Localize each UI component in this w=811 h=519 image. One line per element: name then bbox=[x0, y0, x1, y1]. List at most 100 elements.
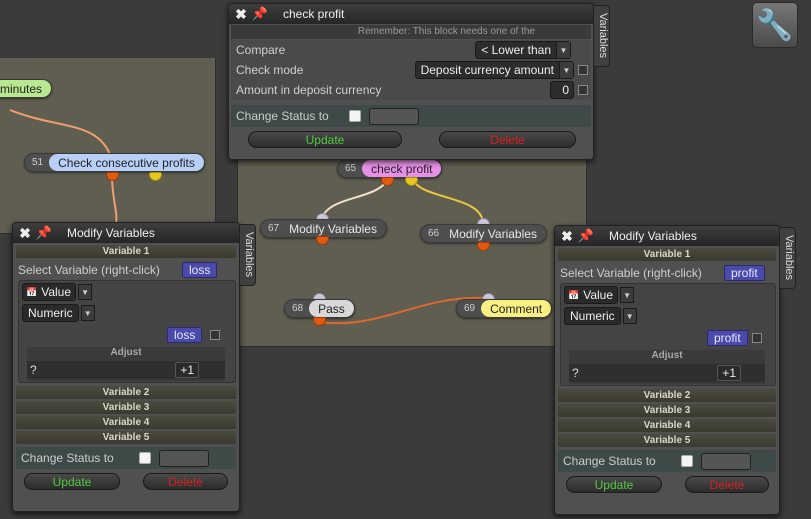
value-checkbox[interactable] bbox=[210, 330, 220, 340]
canvas-left-header bbox=[0, 44, 216, 58]
change-status-checkbox[interactable] bbox=[681, 455, 693, 467]
value-type-dropdown[interactable]: 📅 Value bbox=[22, 283, 77, 301]
change-status-label: Change Status to bbox=[563, 454, 656, 468]
select-variable-label: Select Variable (right-click) bbox=[18, 263, 160, 277]
adjust-question: ? bbox=[572, 366, 579, 380]
change-status-checkbox[interactable] bbox=[349, 110, 361, 122]
numeric-dropdown[interactable]: Numeric bbox=[564, 307, 621, 325]
amount-checkbox[interactable] bbox=[578, 85, 588, 95]
select-variable-row: Select Variable (right-click) profit bbox=[555, 263, 779, 283]
node-69[interactable]: 69 Comment bbox=[456, 299, 553, 318]
node-65[interactable]: 65 check profit bbox=[337, 159, 443, 178]
chevron-down-icon[interactable]: ▼ bbox=[78, 284, 93, 300]
node-number: 67 bbox=[268, 223, 280, 234]
settings-wrench-button[interactable]: 🔧 bbox=[752, 2, 798, 48]
numeric-row: Numeric ▼ bbox=[22, 304, 95, 322]
status-color-swatch[interactable] bbox=[701, 452, 751, 470]
modify-variables-window-right[interactable]: ✖ 📌 Modify Variables Variable 1 Select V… bbox=[554, 225, 780, 515]
calendar-icon: 📅 bbox=[26, 286, 38, 297]
compare-label: Compare bbox=[236, 43, 286, 57]
window-titlebar[interactable]: ✖ 📌 Modify Variables bbox=[555, 226, 779, 246]
variable-1-header[interactable]: Variable 1 bbox=[558, 248, 776, 261]
chevron-down-icon[interactable]: ▼ bbox=[622, 308, 637, 324]
window-titlebar[interactable]: ✖ 📌 Modify Variables bbox=[13, 223, 239, 243]
window-titlebar[interactable]: ✖ 📌 check profit bbox=[229, 4, 593, 24]
compare-dropdown[interactable]: < Lower than ▼ bbox=[475, 41, 571, 59]
variables-tab[interactable]: Variables bbox=[240, 224, 256, 286]
chevron-down-icon: ▼ bbox=[559, 62, 573, 78]
value-type-row: 📅 Value ▼ bbox=[564, 286, 635, 304]
status-color-swatch[interactable] bbox=[369, 107, 419, 125]
calendar-icon: 📅 bbox=[568, 289, 580, 300]
check-mode-value: Deposit currency amount bbox=[420, 63, 554, 77]
variable-header[interactable]: Variable 2 bbox=[558, 389, 776, 402]
variable-header[interactable]: Variable 4 bbox=[16, 416, 236, 429]
variable-header[interactable]: Variable 2 bbox=[16, 386, 236, 399]
change-status-label: Change Status to bbox=[21, 451, 114, 465]
value-type-dropdown[interactable]: 📅 Value bbox=[564, 286, 619, 304]
check-mode-checkbox[interactable] bbox=[578, 65, 588, 75]
wrench-icon: 🔧 bbox=[756, 8, 794, 42]
update-button[interactable]: Update bbox=[566, 476, 662, 493]
modify-variables-window-left[interactable]: ✖ 📌 Modify Variables Variable 1 Select V… bbox=[12, 222, 240, 512]
node-label: Comment bbox=[481, 300, 552, 317]
adjust-label: Adjust bbox=[651, 350, 683, 361]
value-variable-tag[interactable]: profit bbox=[707, 330, 748, 346]
delete-button[interactable]: Delete bbox=[439, 131, 576, 148]
adjust-increment-button[interactable]: +1 bbox=[175, 362, 199, 378]
node-number: 69 bbox=[464, 303, 476, 314]
delete-button[interactable]: Delete bbox=[685, 476, 769, 493]
check-profit-window[interactable]: ✖ 📌 check profit Remember: This block ne… bbox=[228, 3, 594, 160]
window-title: Modify Variables bbox=[609, 229, 697, 243]
variable-header[interactable]: Variable 3 bbox=[16, 401, 236, 414]
variable-header[interactable]: Variable 5 bbox=[16, 431, 236, 444]
pin-icon[interactable]: 📌 bbox=[249, 6, 271, 22]
variable-header[interactable]: Variable 4 bbox=[558, 419, 776, 432]
variable-editor: 📅 Value ▼ Numeric ▼ profit Adjust ? +1 bbox=[560, 283, 776, 386]
change-status-checkbox[interactable] bbox=[139, 452, 151, 464]
value-checkbox[interactable] bbox=[752, 333, 762, 343]
node-minutes[interactable]: minutes bbox=[0, 79, 53, 98]
chevron-down-icon[interactable]: ▼ bbox=[80, 305, 95, 321]
check-mode-dropdown[interactable]: Deposit currency amount ▼ bbox=[414, 61, 574, 79]
node-number: 65 bbox=[345, 163, 357, 174]
numeric-dropdown[interactable]: Numeric bbox=[22, 304, 79, 322]
variable-header[interactable]: Variable 5 bbox=[558, 434, 776, 447]
variable-1-header[interactable]: Variable 1 bbox=[16, 245, 236, 258]
value-type-row: 📅 Value ▼ bbox=[22, 283, 93, 301]
node-66[interactable]: 66 Modify Variables bbox=[420, 224, 547, 243]
pin-icon[interactable]: 📌 bbox=[575, 228, 597, 244]
close-icon[interactable]: ✖ bbox=[17, 225, 33, 242]
selected-variable-tag[interactable]: loss bbox=[182, 262, 218, 278]
button-row: Update Delete bbox=[229, 127, 593, 148]
close-icon[interactable]: ✖ bbox=[233, 6, 249, 23]
adjust-increment-button[interactable]: +1 bbox=[717, 365, 741, 381]
change-status-row: Change Status to bbox=[558, 450, 776, 472]
compare-value: < Lower than bbox=[481, 43, 551, 57]
value-type-label: Value bbox=[583, 288, 614, 302]
close-icon[interactable]: ✖ bbox=[559, 228, 575, 245]
chevron-down-icon: ▼ bbox=[556, 42, 570, 58]
delete-button[interactable]: Delete bbox=[143, 473, 228, 490]
variables-tab[interactable]: Variables bbox=[594, 5, 610, 67]
adjust-section: Adjust ? +1 bbox=[27, 347, 225, 381]
variables-tab[interactable]: Variables bbox=[780, 227, 796, 289]
node-68[interactable]: 68 Pass bbox=[284, 299, 355, 318]
value-variable-tag[interactable]: loss bbox=[167, 327, 203, 343]
node-number: 51 bbox=[32, 157, 44, 168]
selected-variable-tag[interactable]: profit bbox=[724, 265, 765, 281]
window-title: check profit bbox=[283, 7, 345, 21]
amount-input[interactable]: 0 bbox=[550, 81, 574, 99]
flow-canvas-left[interactable] bbox=[0, 44, 216, 234]
variable-header[interactable]: Variable 3 bbox=[558, 404, 776, 417]
update-button[interactable]: Update bbox=[24, 473, 120, 490]
chevron-down-icon[interactable]: ▼ bbox=[620, 287, 635, 303]
adjust-row: ? +1 bbox=[27, 361, 225, 379]
status-color-swatch[interactable] bbox=[159, 449, 209, 467]
update-button[interactable]: Update bbox=[248, 131, 402, 148]
pin-icon[interactable]: 📌 bbox=[33, 225, 55, 241]
node-label: check profit bbox=[362, 160, 442, 177]
node-51[interactable]: 51 Check consecutive profits bbox=[24, 153, 205, 172]
variable-list: Variable 2 Variable 3 Variable 4 Variabl… bbox=[558, 389, 776, 447]
change-status-row: Change Status to bbox=[231, 105, 591, 127]
